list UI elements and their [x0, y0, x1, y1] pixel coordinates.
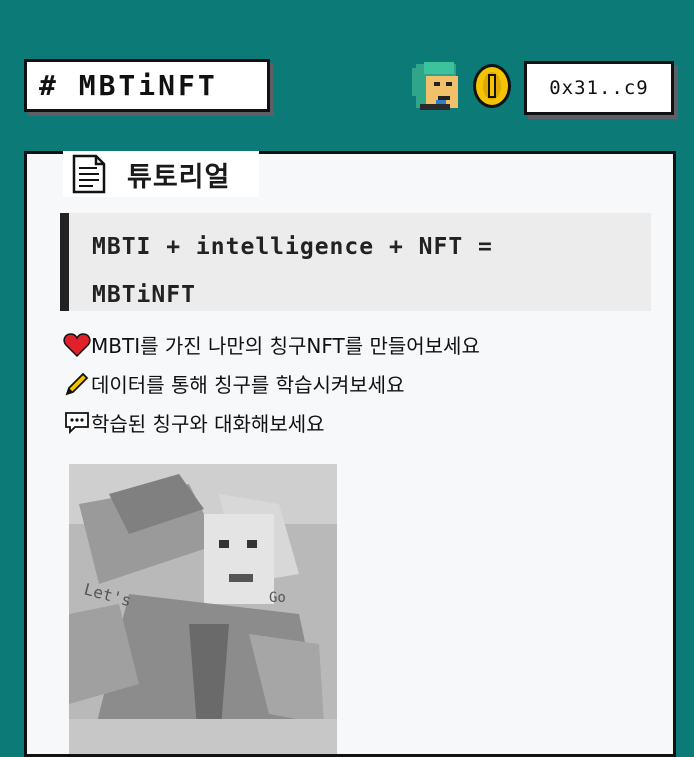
feature-text: 데이터를 통해 칭구를 학습시켜보세요 — [91, 373, 405, 397]
feature-text: MBTI를 가진 나만의 칭구NFT를 만들어보세요 — [91, 334, 480, 358]
heart-icon — [63, 332, 91, 357]
feature-text: 학습된 칭구와 대화해보세요 — [91, 412, 325, 436]
pencil-icon — [65, 372, 89, 395]
formula-quote: MBTI + intelligence + NFT = MBTiNFT — [60, 213, 651, 311]
svg-text:Go: Go — [269, 590, 286, 606]
feature-item: 학습된 칭구와 대화해보세요 — [63, 408, 325, 437]
feature-item: 데이터를 통해 칭구를 학습시켜보세요 — [63, 369, 404, 398]
document-icon — [72, 154, 106, 194]
logo-text: # MBTiNFT — [39, 69, 218, 102]
feature-item: MBTI를 가진 나만의 칭구NFT를 만들어보세요 — [63, 330, 480, 359]
coin-icon[interactable] — [470, 61, 514, 111]
wallet-address: 0x31..c9 — [549, 77, 649, 99]
tutorial-title: 튜토리얼 — [127, 161, 231, 193]
wallet-address-button[interactable]: 0x31..c9 — [524, 61, 674, 115]
logo[interactable]: # MBTiNFT — [24, 59, 270, 112]
tutorial-tab[interactable]: 튜토리얼 — [63, 151, 259, 197]
tutorial-card: 튜토리얼 MBTI + intelligence + NFT = MBTiNFT… — [24, 151, 676, 757]
chat-bubble-icon — [65, 411, 89, 434]
avatar[interactable] — [410, 60, 468, 112]
nft-preview-image: Let's Go — [69, 464, 337, 754]
formula-text: MBTI + intelligence + NFT = MBTiNFT — [92, 234, 493, 308]
